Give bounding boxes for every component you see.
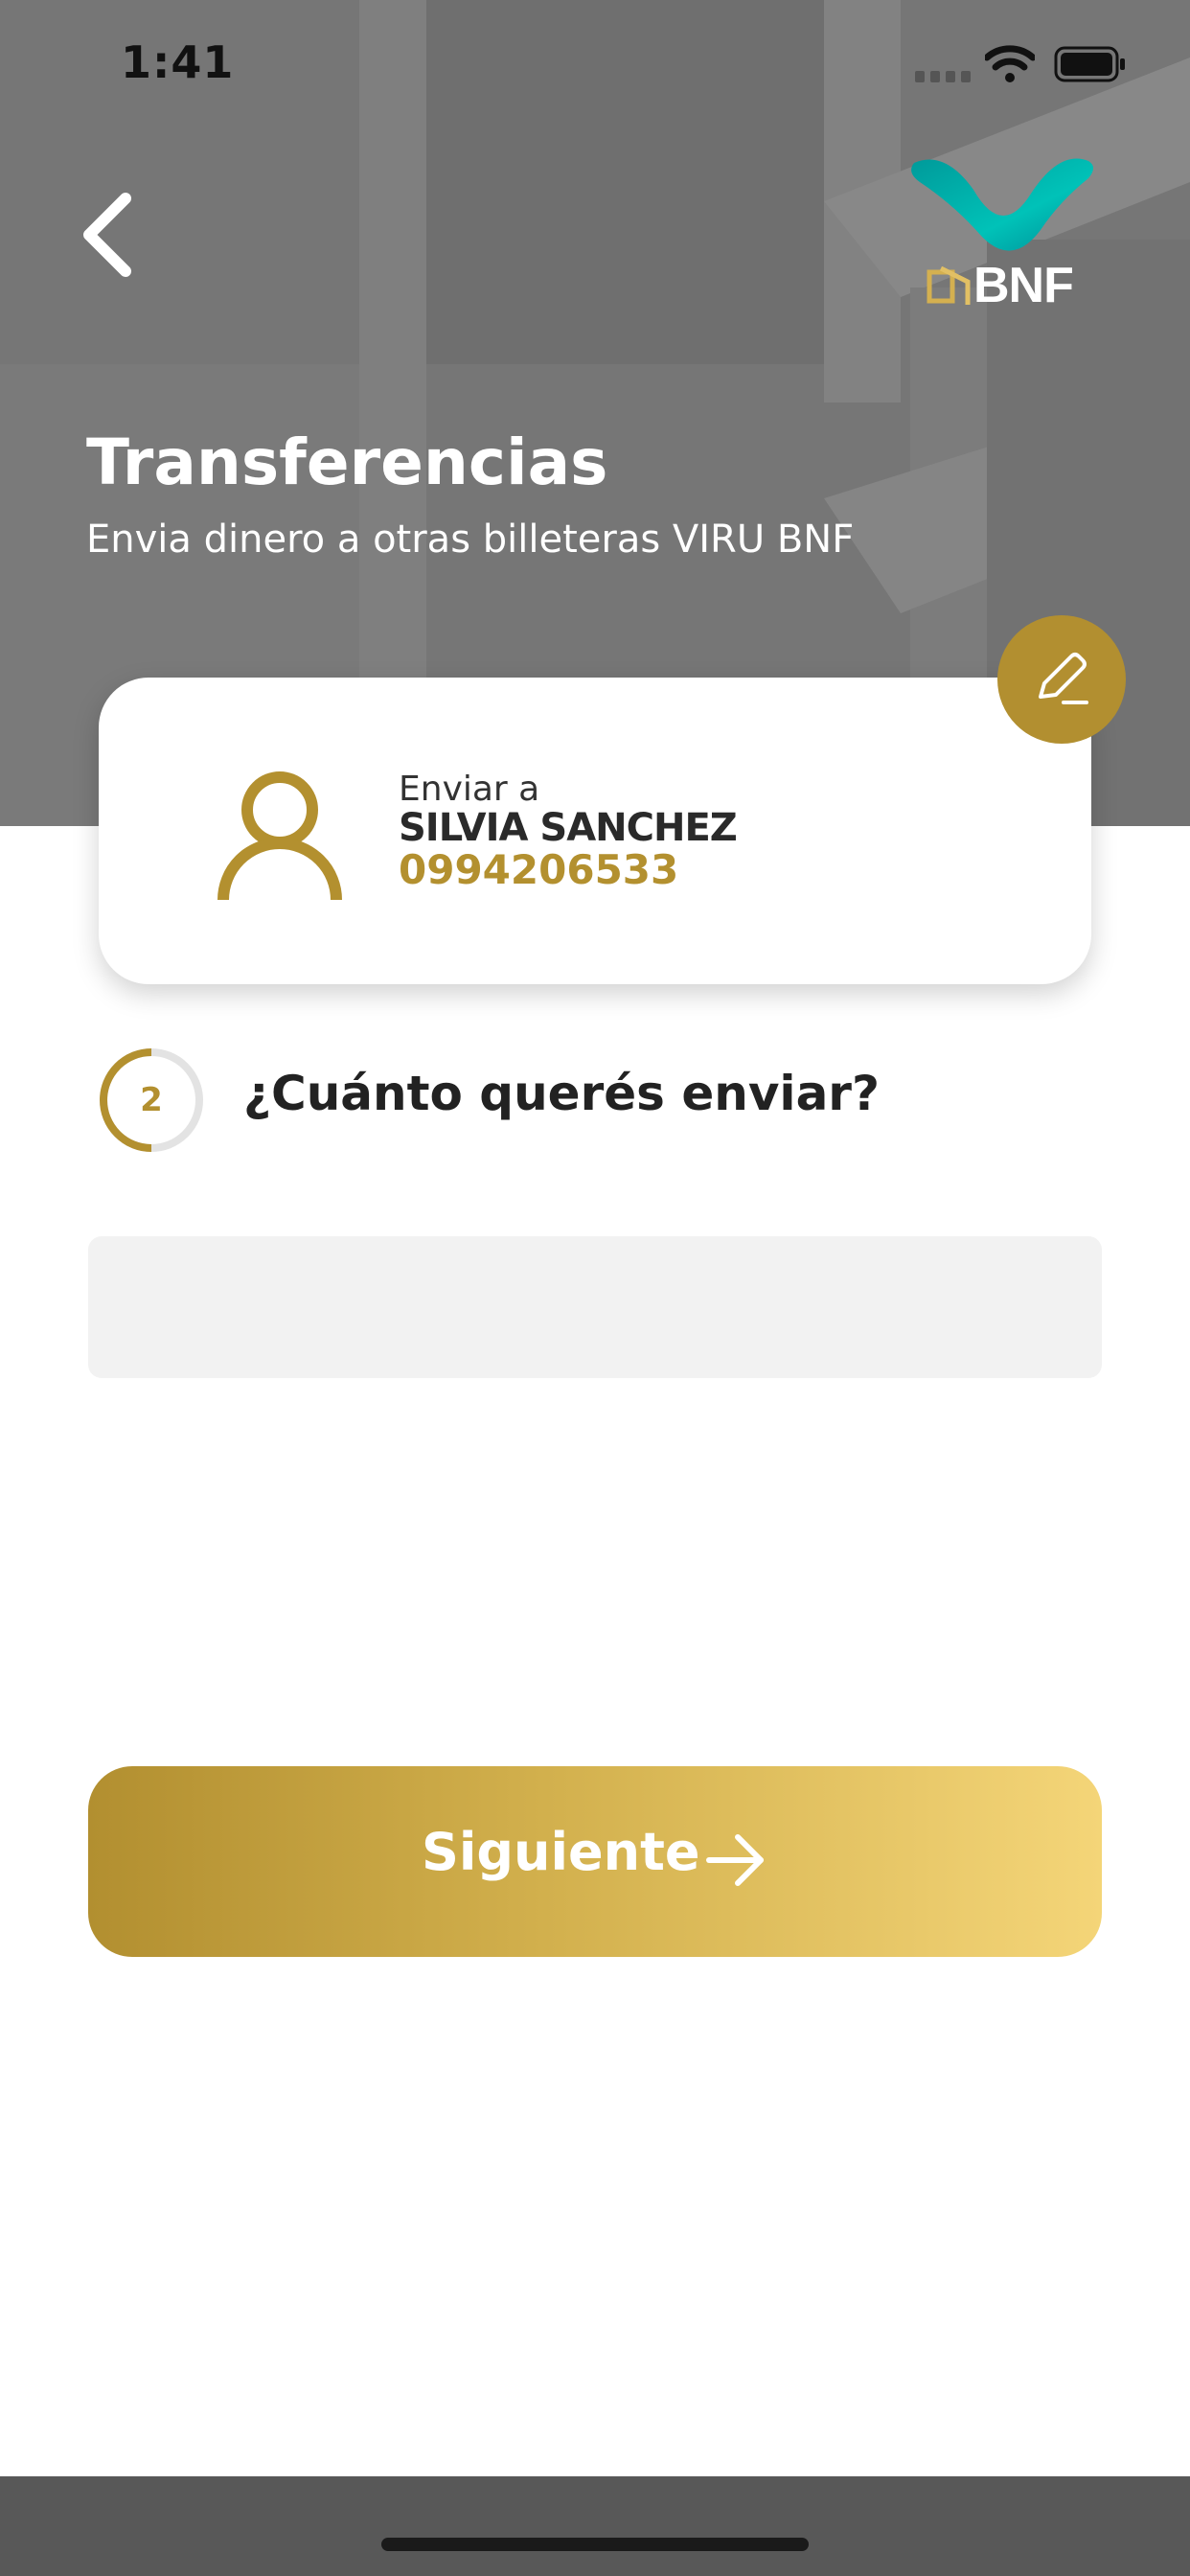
recipient-phone: 0994206533	[399, 846, 679, 893]
step-question: ¿Cuánto querés enviar?	[243, 1066, 880, 1121]
logo-mark-icon	[927, 266, 971, 305]
logo-text: BNF	[973, 258, 1074, 313]
user-icon	[217, 771, 342, 901]
arrow-right-icon	[706, 1834, 764, 1886]
recipient-label: Enviar a	[399, 770, 540, 809]
bottom-bar	[0, 2476, 1190, 2576]
logo-wave-icon	[911, 158, 1093, 251]
back-button[interactable]	[63, 182, 149, 288]
step-number: 2	[140, 1081, 163, 1119]
page-subtitle: Envia dinero a otras billeteras VIRU BNF	[86, 518, 855, 562]
chevron-left-icon	[83, 193, 131, 277]
home-indicator[interactable]	[381, 2538, 809, 2551]
recipient-name: SILVIA SANCHEZ	[399, 806, 738, 850]
page-title: Transferencias	[86, 426, 608, 499]
brand-logo: BNF	[901, 144, 1102, 326]
edit-recipient-button[interactable]	[997, 615, 1126, 744]
next-button-label: Siguiente	[422, 1822, 700, 1882]
status-bar: 1:41	[0, 0, 1190, 134]
amount-input[interactable]	[88, 1236, 1102, 1378]
battery-icon	[1054, 46, 1125, 82]
recipient-card: Enviar a SILVIA SANCHEZ 0994206533	[99, 678, 1091, 984]
wifi-icon	[985, 45, 1035, 82]
pencil-icon	[1039, 653, 1088, 704]
step-indicator: 2	[98, 1046, 205, 1154]
cellular-signal-icon	[915, 71, 971, 82]
next-button[interactable]: Siguiente	[88, 1766, 1102, 1957]
status-time: 1:41	[121, 36, 235, 88]
